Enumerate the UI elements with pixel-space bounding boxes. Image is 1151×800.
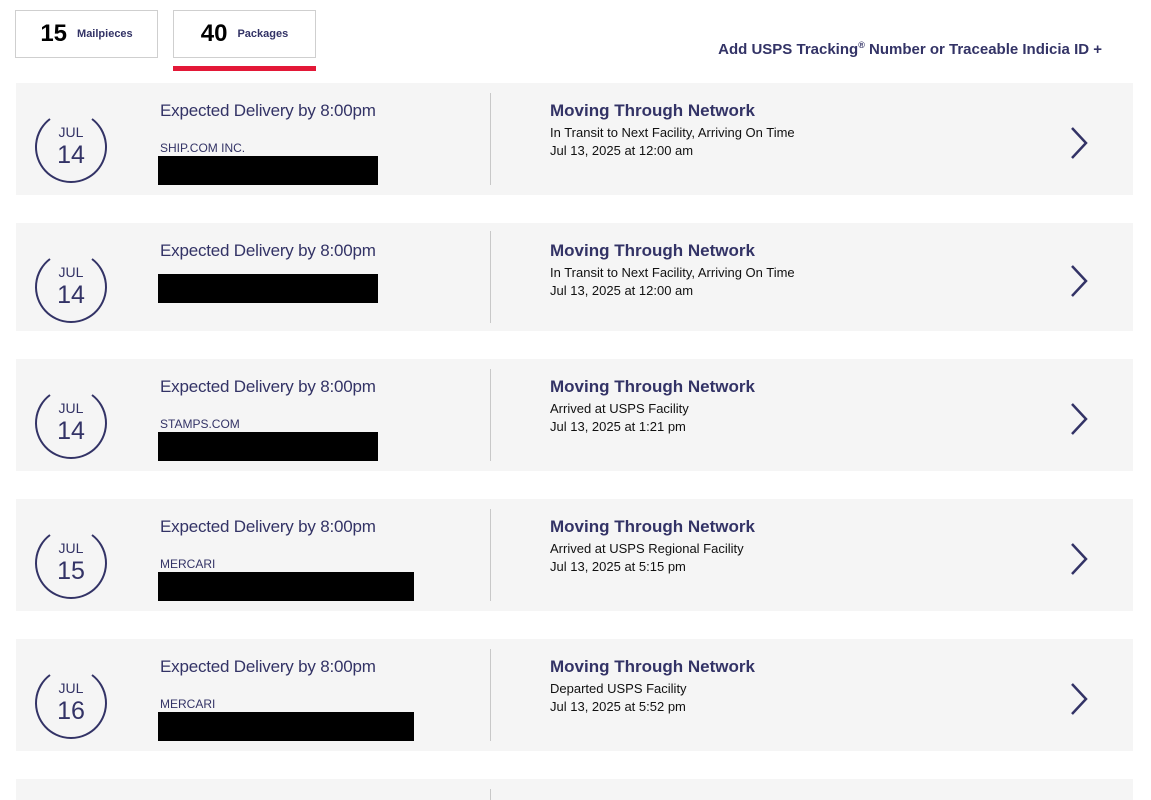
tracking-status: Moving Through Network bbox=[550, 377, 755, 396]
row-divider bbox=[490, 93, 491, 185]
chevron-right-icon[interactable] bbox=[1066, 263, 1090, 299]
tracking-timestamp: Jul 13, 2025 at 5:15 pm bbox=[550, 559, 686, 574]
shipper-name: SHIP.COM INC. bbox=[160, 141, 246, 155]
tracking-status: Moving Through Network bbox=[550, 517, 755, 536]
expected-delivery: Expected Delivery by 8:00pm bbox=[160, 657, 376, 676]
expected-delivery: Expected Delivery by 8:00pm bbox=[160, 517, 376, 536]
redacted-tracking-number bbox=[158, 432, 378, 461]
chevron-right-icon[interactable] bbox=[1066, 681, 1090, 717]
redacted-tracking-number bbox=[158, 274, 378, 303]
tracking-detail: In Transit to Next Facility, Arriving On… bbox=[550, 265, 795, 280]
delivery-month: JUL bbox=[58, 400, 84, 416]
shipper-name: MERCARI bbox=[160, 557, 216, 571]
tracking-status: Moving Through Network bbox=[550, 101, 755, 120]
package-row[interactable] bbox=[16, 779, 1133, 800]
package-row[interactable]: JUL 14 Expected Delivery by 8:00pm Movin… bbox=[16, 223, 1133, 331]
chevron-right-icon[interactable] bbox=[1066, 401, 1090, 437]
delivery-month: JUL bbox=[58, 124, 84, 140]
active-tab-indicator bbox=[173, 66, 316, 71]
tracking-detail: Arrived at USPS Facility bbox=[550, 401, 689, 416]
add-tracking-suffix: Number or Traceable Indicia ID + bbox=[864, 41, 1102, 58]
mail-tabs-bar: 15 Mailpieces 40 Packages Add USPS Track… bbox=[0, 0, 1151, 80]
delivery-day: 14 bbox=[57, 281, 85, 309]
tracking-timestamp: Jul 13, 2025 at 5:52 pm bbox=[550, 699, 686, 714]
tracking-detail: In Transit to Next Facility, Arriving On… bbox=[550, 125, 795, 140]
delivery-date-badge: JUL 14 bbox=[34, 109, 108, 183]
mailpieces-count: 15 bbox=[40, 20, 68, 47]
shipper-name: STAMPS.COM bbox=[160, 417, 240, 431]
chevron-right-icon[interactable] bbox=[1066, 541, 1090, 577]
tracking-status: Moving Through Network bbox=[550, 241, 755, 260]
package-row[interactable]: JUL 15 Expected Delivery by 8:00pm MERCA… bbox=[16, 499, 1133, 611]
delivery-date-badge: JUL 16 bbox=[34, 665, 108, 739]
package-row[interactable]: JUL 14 Expected Delivery by 8:00pm SHIP.… bbox=[16, 83, 1133, 195]
row-divider bbox=[490, 231, 491, 323]
expected-delivery: Expected Delivery by 8:00pm bbox=[160, 101, 376, 120]
tab-mailpieces[interactable]: 15 Mailpieces bbox=[15, 10, 158, 58]
add-tracking-number-link[interactable]: Add USPS Tracking® Number or Traceable I… bbox=[718, 40, 1102, 58]
tracking-detail: Arrived at USPS Regional Facility bbox=[550, 541, 744, 556]
tab-packages[interactable]: 40 Packages bbox=[173, 10, 316, 58]
delivery-date-badge: JUL 14 bbox=[34, 249, 108, 323]
delivery-day: 14 bbox=[57, 141, 85, 169]
redacted-tracking-number bbox=[158, 712, 414, 741]
tracking-detail: Departed USPS Facility bbox=[550, 681, 687, 696]
delivery-day: 15 bbox=[57, 557, 85, 585]
tracking-timestamp: Jul 13, 2025 at 1:21 pm bbox=[550, 419, 686, 434]
tracking-timestamp: Jul 13, 2025 at 12:00 am bbox=[550, 143, 694, 158]
tracking-status: Moving Through Network bbox=[550, 657, 755, 676]
tracking-timestamp: Jul 13, 2025 at 12:00 am bbox=[550, 283, 694, 298]
mailpieces-label: Mailpieces bbox=[77, 28, 133, 40]
row-divider bbox=[490, 789, 491, 800]
registered-mark: ® bbox=[858, 40, 865, 50]
delivery-month: JUL bbox=[58, 264, 84, 280]
delivery-date-badge: JUL 14 bbox=[34, 385, 108, 459]
expected-delivery: Expected Delivery by 8:00pm bbox=[160, 377, 376, 396]
row-divider bbox=[490, 509, 491, 601]
row-divider bbox=[490, 649, 491, 741]
delivery-day: 16 bbox=[57, 697, 85, 725]
delivery-month: JUL bbox=[58, 680, 84, 696]
package-row[interactable]: JUL 14 Expected Delivery by 8:00pm STAMP… bbox=[16, 359, 1133, 471]
delivery-date-badge: JUL 15 bbox=[34, 525, 108, 599]
shipper-name: MERCARI bbox=[160, 697, 216, 711]
add-tracking-prefix: Add USPS Tracking bbox=[718, 41, 859, 58]
delivery-month: JUL bbox=[58, 540, 84, 556]
packages-count: 40 bbox=[200, 20, 228, 47]
redacted-tracking-number bbox=[158, 572, 414, 601]
packages-label: Packages bbox=[237, 28, 289, 40]
row-divider bbox=[490, 369, 491, 461]
redacted-tracking-number bbox=[158, 156, 378, 185]
chevron-right-icon[interactable] bbox=[1066, 125, 1090, 161]
package-row[interactable]: JUL 16 Expected Delivery by 8:00pm MERCA… bbox=[16, 639, 1133, 751]
expected-delivery: Expected Delivery by 8:00pm bbox=[160, 241, 376, 260]
delivery-day: 14 bbox=[57, 417, 85, 445]
